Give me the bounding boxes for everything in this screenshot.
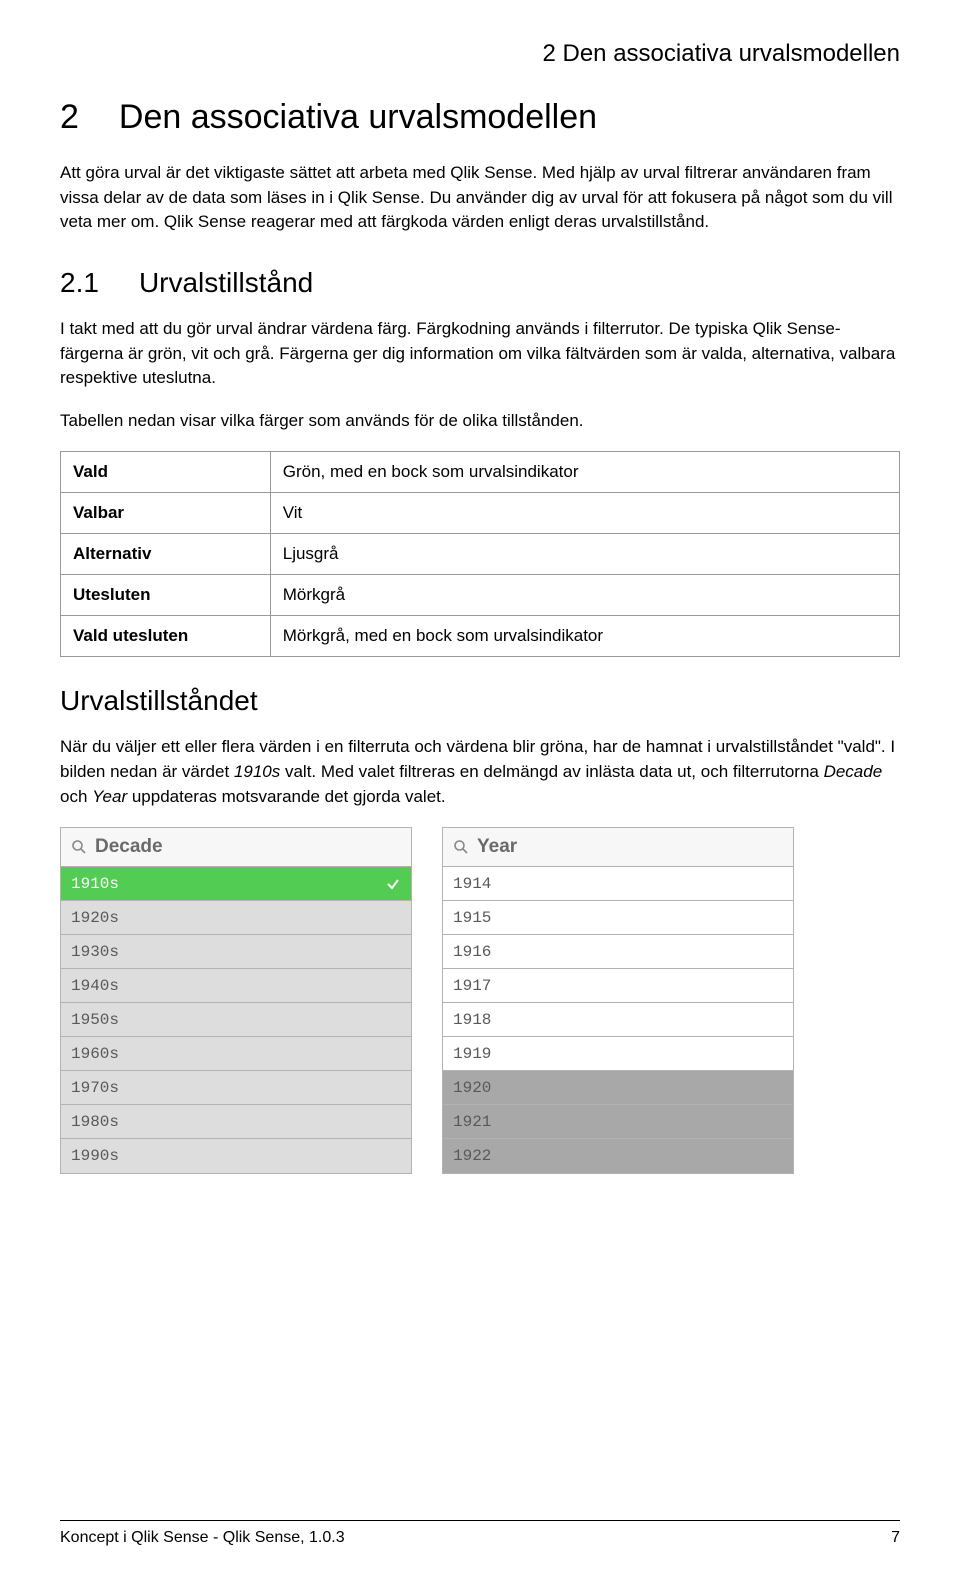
filter-value: 1922	[453, 1147, 491, 1165]
filter-row[interactable]: 1915	[443, 901, 793, 935]
filter-header-year[interactable]: Year	[443, 828, 793, 867]
filter-value: 1980s	[71, 1113, 119, 1131]
filter-row[interactable]: 1917	[443, 969, 793, 1003]
filter-value: 1921	[453, 1113, 491, 1131]
section-para-1: I takt med att du gör urval ändrar värde…	[60, 317, 900, 391]
footer-page-number: 7	[891, 1529, 900, 1547]
section-number: 2.1	[60, 267, 99, 299]
section-title: Urvalstillstånd	[139, 267, 313, 299]
check-icon	[385, 876, 401, 892]
filter-row[interactable]: 1921	[443, 1105, 793, 1139]
state-desc: Vit	[270, 493, 899, 534]
filter-row[interactable]: 1922	[443, 1139, 793, 1173]
search-icon	[453, 839, 469, 855]
filter-value: 1916	[453, 943, 491, 961]
footer-left: Koncept i Qlik Sense - Qlik Sense, 1.0.3	[60, 1529, 345, 1547]
filter-value: 1940s	[71, 977, 119, 995]
running-header: 2 Den associativa urvalsmodellen	[60, 40, 900, 68]
table-row: UteslutenMörkgrå	[61, 575, 900, 616]
filter-value: 1950s	[71, 1011, 119, 1029]
chapter-number: 2	[60, 98, 79, 137]
state-desc: Mörkgrå, med en bock som urvalsindikator	[270, 616, 899, 657]
table-row: ValdGrön, med en bock som urvalsindikato…	[61, 452, 900, 493]
filter-row[interactable]: 1914	[443, 867, 793, 901]
table-row: AlternativLjusgrå	[61, 534, 900, 575]
filter-box-decade: Decade 1910s 1920s 1930s 1940s 1950s 1960s 197…	[60, 827, 412, 1174]
table-row: Vald uteslutenMörkgrå, med en bock som u…	[61, 616, 900, 657]
state-label: Valbar	[61, 493, 271, 534]
filter-row[interactable]: 1918	[443, 1003, 793, 1037]
filter-value: 1990s	[71, 1147, 119, 1165]
page-footer: Koncept i Qlik Sense - Qlik Sense, 1.0.3…	[60, 1520, 900, 1547]
filter-row[interactable]: 1960s	[61, 1037, 411, 1071]
subsection-para: När du väljer ett eller flera värden i e…	[60, 735, 900, 809]
filter-header-decade[interactable]: Decade	[61, 828, 411, 867]
filter-title: Decade	[95, 836, 163, 858]
search-icon	[71, 839, 87, 855]
text: valt. Med valet filtreras en delmängd av…	[280, 762, 823, 781]
chapter-intro: Att göra urval är det viktigaste sättet …	[60, 161, 900, 235]
state-desc: Grön, med en bock som urvalsindikator	[270, 452, 899, 493]
filter-row[interactable]: 1970s	[61, 1071, 411, 1105]
state-desc: Mörkgrå	[270, 575, 899, 616]
state-label: Utesluten	[61, 575, 271, 616]
filter-value: 1960s	[71, 1045, 119, 1063]
filter-value: 1914	[453, 875, 491, 893]
filter-value: 1910s	[71, 875, 119, 893]
section-heading: 2.1 Urvalstillstånd	[60, 267, 900, 299]
filter-row[interactable]: 1950s	[61, 1003, 411, 1037]
filter-row[interactable]: 1919	[443, 1037, 793, 1071]
filter-value: 1930s	[71, 943, 119, 961]
filter-value: 1920	[453, 1079, 491, 1097]
subsection-title: Urvalstillståndet	[60, 685, 900, 717]
table-row: ValbarVit	[61, 493, 900, 534]
section-para-2: Tabellen nedan visar vilka färger som an…	[60, 409, 900, 434]
filter-row[interactable]: 1980s	[61, 1105, 411, 1139]
filter-row[interactable]: 1910s	[61, 867, 411, 901]
filter-panes-figure: Decade 1910s 1920s 1930s 1940s 1950s 1960s 197…	[60, 827, 900, 1174]
state-desc: Ljusgrå	[270, 534, 899, 575]
filter-row[interactable]: 1930s	[61, 935, 411, 969]
filter-row[interactable]: 1920	[443, 1071, 793, 1105]
italic-year: Year	[92, 787, 127, 806]
text: uppdateras motsvarande det gjorda valet.	[127, 787, 445, 806]
filter-title: Year	[477, 836, 517, 858]
filter-value: 1919	[453, 1045, 491, 1063]
state-label: Vald utesluten	[61, 616, 271, 657]
state-label: Alternativ	[61, 534, 271, 575]
text: och	[60, 787, 92, 806]
filter-value: 1917	[453, 977, 491, 995]
filter-box-year: Year 1914 1915 1916 1917 1918 1919 1920 1921 192…	[442, 827, 794, 1174]
italic-decade: Decade	[824, 762, 883, 781]
state-color-table: ValdGrön, med en bock som urvalsindikato…	[60, 451, 900, 657]
state-label: Vald	[61, 452, 271, 493]
chapter-title: Den associativa urvalsmodellen	[119, 98, 597, 137]
italic-1910s: 1910s	[234, 762, 280, 781]
filter-value: 1920s	[71, 909, 119, 927]
filter-row[interactable]: 1920s	[61, 901, 411, 935]
filter-value: 1918	[453, 1011, 491, 1029]
filter-value: 1915	[453, 909, 491, 927]
filter-row[interactable]: 1916	[443, 935, 793, 969]
filter-row[interactable]: 1990s	[61, 1139, 411, 1173]
filter-value: 1970s	[71, 1079, 119, 1097]
filter-row[interactable]: 1940s	[61, 969, 411, 1003]
chapter-heading: 2 Den associativa urvalsmodellen	[60, 98, 900, 137]
